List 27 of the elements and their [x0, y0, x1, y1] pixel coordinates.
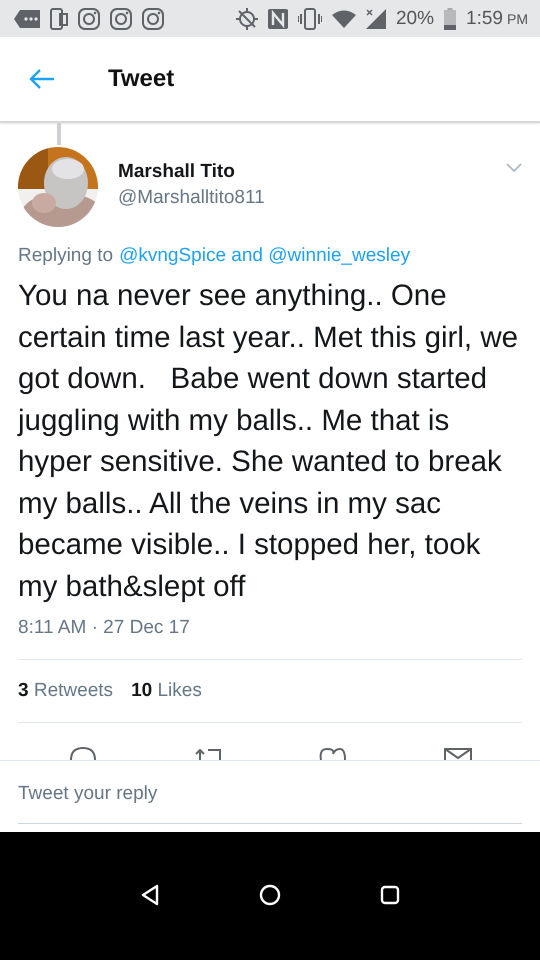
author-handle[interactable]: @Marshalltito811 [118, 187, 506, 209]
signal-icon [366, 8, 386, 28]
stat-count[interactable]: 10 Likes [131, 680, 202, 702]
battery-icon [444, 8, 456, 30]
author-name[interactable]: Marshall Tito [118, 161, 506, 183]
heart-icon[interactable] [318, 746, 346, 760]
location-off-icon [236, 8, 258, 30]
tweet-timestamp: 8:11 AM · 27 Dec 17 [17, 617, 191, 639]
replying-label: Replying to [18, 245, 114, 267]
nfc-icon [268, 8, 288, 28]
clock-time: 1:59 [466, 8, 503, 30]
stat-count[interactable]: 3 Retweets [18, 680, 114, 702]
camera-icon [142, 8, 164, 30]
vibrate-icon [298, 8, 322, 30]
camera-icon [78, 8, 100, 30]
phone-icon [50, 8, 68, 30]
battery-percent: 20% [396, 8, 434, 30]
retweet-icon[interactable] [194, 746, 222, 760]
screen-title: Tweet [108, 65, 174, 93]
clock-ampm: PM [507, 10, 528, 26]
back-icon[interactable] [29, 69, 55, 89]
reply-icon[interactable] [68, 746, 96, 760]
envelope-icon[interactable] [444, 746, 472, 760]
camera-icon [110, 8, 132, 30]
wifi-icon [332, 10, 356, 28]
tweet-text: You na never see anything.. One certain time last year.. Met this girl, we got down. Babe went down started juggling with my balls.. Me that is hyper sensitive. She wanted to break my balls.. All the veins in my sac became visible.. I stopped her, took my bath&slept off [16, 278, 520, 604]
message-icon [14, 10, 40, 28]
